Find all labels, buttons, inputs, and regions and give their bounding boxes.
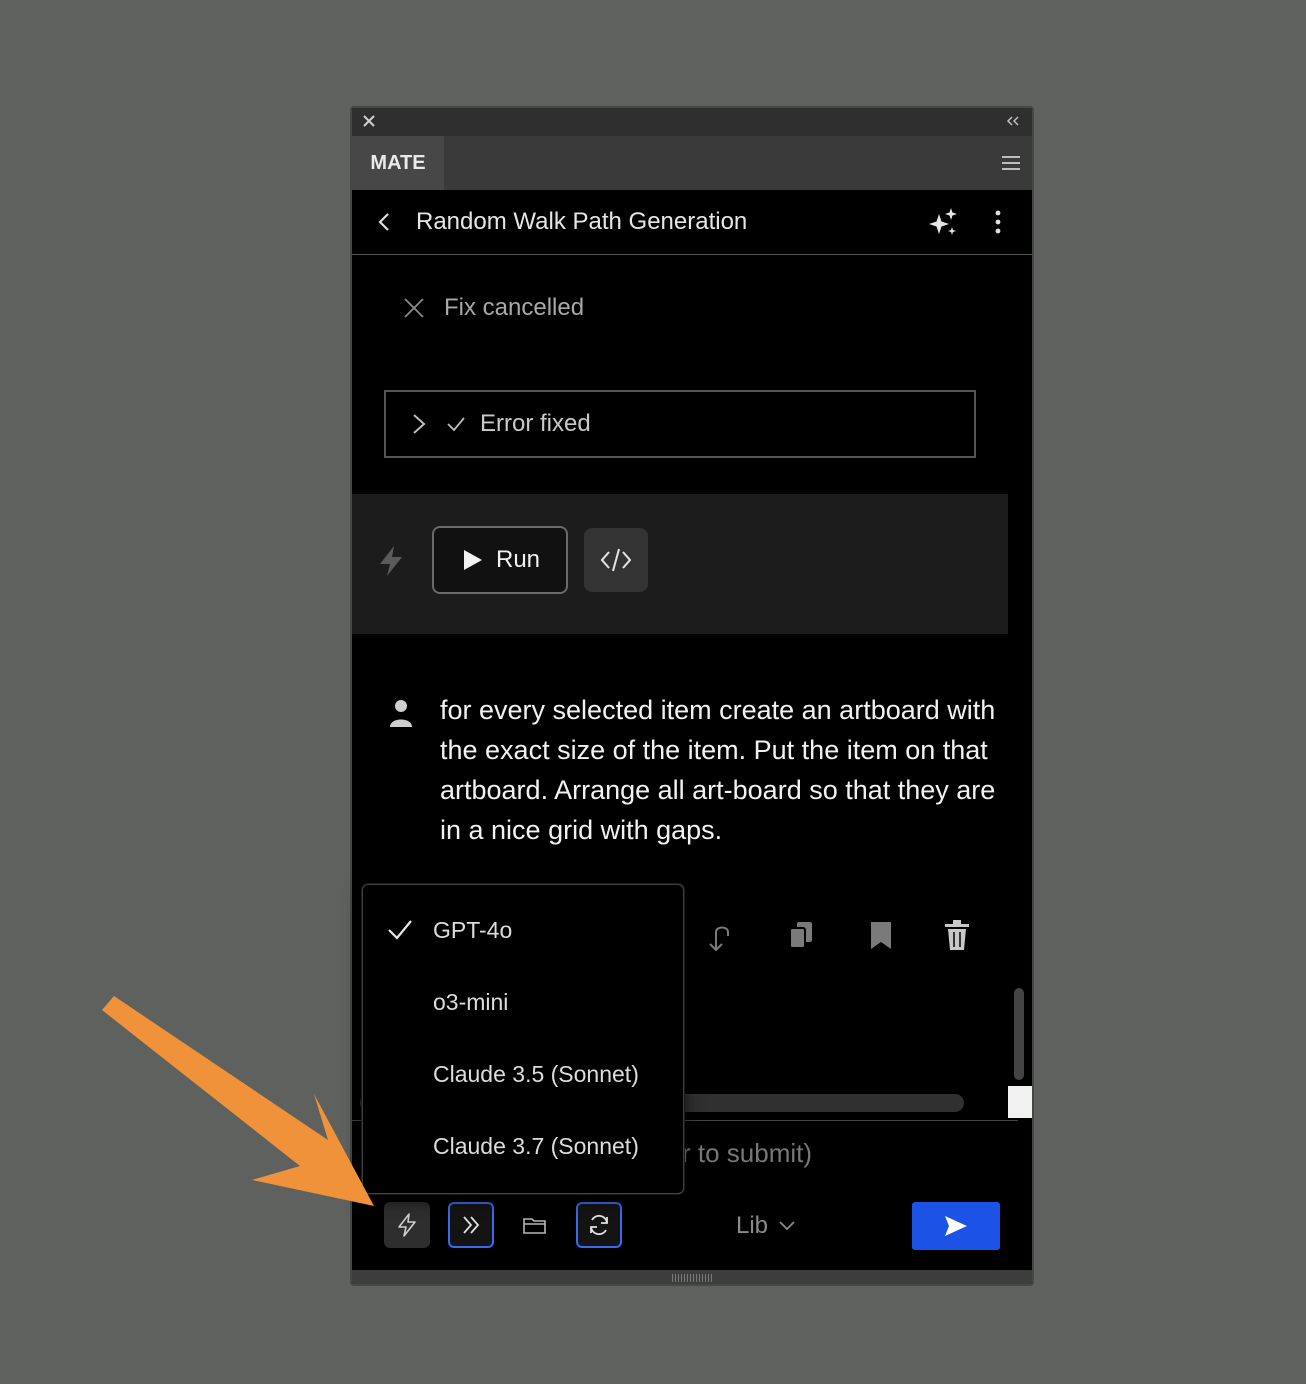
- tab-mate[interactable]: MATE: [352, 136, 444, 190]
- model-option-label: Claude 3.5 (Sonnet): [433, 1061, 639, 1087]
- open-folder-button[interactable]: [512, 1202, 558, 1248]
- model-option-label: Claude 3.7 (Sonnet): [433, 1133, 639, 1159]
- fix-status-text: Fix cancelled: [444, 294, 585, 321]
- user-icon: [390, 700, 412, 727]
- bookmark-icon[interactable]: [866, 918, 896, 952]
- trash-icon[interactable]: [942, 918, 972, 952]
- back-icon[interactable]: [374, 210, 394, 234]
- chevron-right-icon: [413, 414, 426, 434]
- resize-bar[interactable]: [352, 1270, 1032, 1284]
- check-icon: [388, 920, 412, 940]
- annotation-arrow-icon: [102, 996, 374, 1206]
- code-icon: [600, 548, 632, 572]
- menu-icon[interactable]: [1000, 152, 1022, 174]
- close-icon[interactable]: [360, 112, 378, 130]
- play-icon: [463, 550, 482, 570]
- model-menu: GPT-4o o3-mini Claude 3.5 (Sonnet) Claud…: [362, 884, 684, 1194]
- panel-titlebar: [352, 108, 1032, 136]
- library-dropdown[interactable]: Lib: [736, 1212, 796, 1240]
- more-icon[interactable]: [988, 208, 1008, 236]
- sync-toggle[interactable]: [576, 1202, 622, 1248]
- user-message: for every selected item create an artboa…: [440, 695, 996, 845]
- bolt-icon: [398, 1213, 416, 1237]
- prompt-input-placeholder[interactable]: r to submit): [682, 1138, 812, 1169]
- sync-icon: [590, 1214, 608, 1236]
- view-code-button[interactable]: [584, 528, 648, 592]
- run-button[interactable]: Run: [432, 526, 568, 594]
- script-actions: Run: [352, 494, 1008, 634]
- model-option-claude-3-5[interactable]: Claude 3.5 (Sonnet): [363, 1038, 683, 1110]
- model-option-gpt-4o[interactable]: GPT-4o: [363, 894, 683, 966]
- model-select-button[interactable]: [384, 1202, 430, 1248]
- conversation-header: Random Walk Path Generation: [352, 190, 1032, 255]
- resize-grip[interactable]: [672, 1274, 712, 1282]
- composer-toolbar: Lib: [352, 1202, 1032, 1258]
- fix-status-row: Fix cancelled: [402, 294, 584, 322]
- send-icon: [945, 1216, 967, 1236]
- library-label: Lib: [736, 1212, 769, 1239]
- model-option-claude-3-7[interactable]: Claude 3.7 (Sonnet): [363, 1110, 683, 1182]
- model-option-label: o3-mini: [433, 989, 509, 1015]
- copy-icon[interactable]: [786, 918, 816, 952]
- model-option-label: GPT-4o: [433, 917, 513, 943]
- error-fixed-collapsible[interactable]: Error fixed: [384, 390, 976, 458]
- forward-icon: [463, 1216, 480, 1234]
- folder-icon: [523, 1218, 546, 1234]
- x-icon: [404, 298, 424, 318]
- run-label: Run: [495, 546, 541, 573]
- page-title: Random Walk Path Generation: [416, 208, 748, 235]
- collapse-icon[interactable]: [1004, 112, 1022, 130]
- model-option-o3-mini[interactable]: o3-mini: [363, 966, 683, 1038]
- send-button[interactable]: [912, 1202, 1000, 1250]
- vertical-scrollbar[interactable]: [1014, 988, 1024, 1080]
- undo-icon[interactable]: [704, 918, 734, 952]
- check-icon: [447, 417, 465, 432]
- auto-continue-toggle[interactable]: [448, 1202, 494, 1248]
- scroll-corner: [1008, 1086, 1032, 1118]
- bolt-icon: [380, 546, 402, 576]
- chevron-down-icon: [779, 1221, 795, 1231]
- sparkle-icon[interactable]: [926, 206, 960, 240]
- panel-tabbar: MATE: [352, 136, 1032, 190]
- error-status-text: Error fixed: [480, 410, 591, 437]
